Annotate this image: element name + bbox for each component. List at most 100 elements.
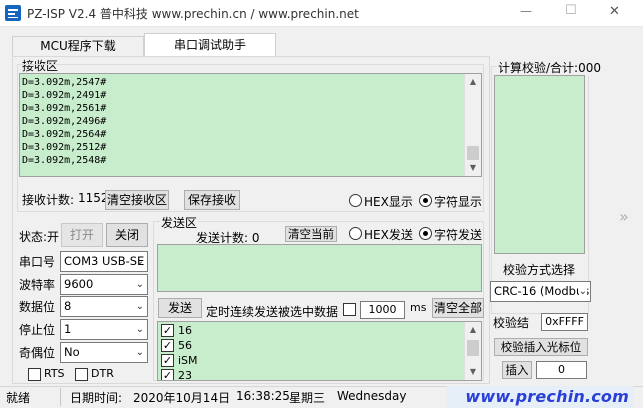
send-item-checkbox[interactable]: ✓ bbox=[161, 339, 174, 352]
status-weekday-en: Wednesday bbox=[337, 389, 407, 403]
chevron-down-icon: ⌄ bbox=[135, 347, 144, 358]
send-list-scrollbar[interactable]: ▲ ▼ bbox=[464, 322, 481, 380]
send-item-text: 16 bbox=[178, 324, 192, 337]
databits-select[interactable]: 8 ⌄ bbox=[60, 296, 148, 317]
send-list[interactable]: ✓ 16 ✓ 56 ✓ iSM ✓ 23 ▲ ▼ bbox=[157, 321, 482, 381]
receive-line: D=3.092m,2496# bbox=[22, 116, 107, 127]
port-label: 串口号 bbox=[19, 255, 56, 269]
chevron-down-icon: ⌄ bbox=[135, 324, 144, 335]
send-item-checkbox[interactable]: ✓ bbox=[161, 354, 174, 367]
chevron-down-icon: ⌄ bbox=[135, 279, 144, 290]
list-item[interactable]: ✓ 56 bbox=[161, 339, 451, 353]
insert-position-input[interactable]: 0 bbox=[536, 361, 587, 379]
baud-select[interactable]: 9600 ⌄ bbox=[60, 274, 148, 295]
send-item-text: iSM bbox=[178, 354, 198, 367]
clear-receive-button[interactable]: 清空接收区 bbox=[105, 190, 169, 210]
clear-all-button[interactable]: 清空全部 bbox=[432, 298, 484, 318]
send-item-text: 23 bbox=[178, 369, 192, 381]
receive-line: D=3.092m,2547# bbox=[22, 77, 107, 88]
close-port-button[interactable]: 关闭 bbox=[106, 223, 148, 247]
save-receive-button[interactable]: 保存接收 bbox=[184, 190, 240, 210]
insert-at-cursor-button[interactable]: 校验插入光标位 bbox=[494, 338, 588, 356]
send-textarea[interactable] bbox=[157, 244, 482, 292]
send-button[interactable]: 发送 bbox=[158, 298, 202, 318]
insert-position-value: 0 bbox=[558, 363, 565, 376]
rts-checkbox[interactable] bbox=[28, 368, 41, 381]
tab-mcu-download-label: MCU程序下载 bbox=[40, 39, 116, 53]
status-label: 状态:开 bbox=[19, 230, 60, 244]
status-divider bbox=[60, 388, 61, 406]
send-group-label: 发送区 bbox=[160, 214, 199, 231]
collapse-panel-icon[interactable]: » bbox=[619, 207, 629, 226]
scroll-down-icon[interactable]: ▼ bbox=[465, 160, 481, 176]
list-item[interactable]: ✓ 16 bbox=[161, 324, 451, 338]
insert-button[interactable]: 插入 bbox=[502, 361, 532, 379]
stopbits-label: 停止位 bbox=[19, 323, 56, 337]
chevron-down-icon: ⌄ bbox=[135, 256, 144, 267]
minimize-button[interactable]: — bbox=[520, 4, 532, 18]
chevron-down-icon: ⌄ bbox=[578, 282, 587, 301]
tab-serial-assistant[interactable]: 串口调试助手 bbox=[144, 33, 276, 57]
receive-scrollbar[interactable]: ▲ ▼ bbox=[464, 74, 481, 176]
databits-value: 8 bbox=[64, 299, 72, 313]
char-send-radio[interactable] bbox=[419, 227, 432, 240]
scroll-thumb[interactable] bbox=[467, 340, 479, 356]
checksum-result-value: 0xFFFF bbox=[545, 315, 584, 328]
parity-label: 奇偶位 bbox=[19, 346, 56, 360]
checksum-textarea[interactable] bbox=[494, 75, 585, 254]
send-item-checkbox[interactable]: ✓ bbox=[161, 324, 174, 337]
dtr-checkbox[interactable] bbox=[75, 368, 88, 381]
hex-send-radio[interactable] bbox=[349, 227, 362, 240]
receive-line: D=3.092m,2512# bbox=[22, 142, 107, 153]
list-item[interactable]: ✓ 23 bbox=[161, 369, 451, 381]
checksum-group-label: 计算校验/合计:000 bbox=[497, 59, 602, 76]
receive-count-value: 1152 bbox=[78, 191, 109, 205]
status-weekday-cn: 星期三 bbox=[289, 391, 326, 405]
send-item-text: 56 bbox=[178, 339, 192, 352]
receive-lines: D=3.092m,2547# D=3.092m,2491# D=3.092m,2… bbox=[22, 76, 106, 167]
tab-serial-assistant-label: 串口调试助手 bbox=[173, 38, 246, 52]
stopbits-value: 1 bbox=[64, 322, 72, 336]
rts-label: RTS bbox=[44, 367, 65, 380]
scroll-up-icon[interactable]: ▲ bbox=[465, 74, 481, 90]
hex-send-label: HEX发送 bbox=[364, 228, 413, 242]
interval-unit-label: ms bbox=[410, 301, 427, 314]
parity-value: No bbox=[64, 345, 80, 359]
status-date-label: 日期时间: bbox=[70, 391, 123, 405]
checksum-method-select[interactable]: CRC-16 (Modbus ⌄ bbox=[490, 281, 591, 302]
status-state: 就绪 bbox=[6, 391, 31, 405]
port-select[interactable]: COM3 USB-SE ⌄ bbox=[60, 251, 148, 272]
char-display-label: 字符显示 bbox=[434, 195, 483, 209]
port-value: COM3 USB-SE bbox=[64, 254, 145, 268]
interval-input[interactable]: 1000 bbox=[360, 301, 405, 319]
receive-line: D=3.092m,2564# bbox=[22, 129, 107, 140]
hex-display-radio[interactable] bbox=[349, 194, 362, 207]
open-port-button[interactable]: 打开 bbox=[61, 223, 103, 247]
char-send-label: 字符发送 bbox=[434, 228, 483, 242]
scroll-up-icon[interactable]: ▲ bbox=[465, 322, 481, 338]
maximize-button[interactable]: ☐ bbox=[565, 3, 577, 18]
dtr-label: DTR bbox=[91, 367, 114, 380]
parity-select[interactable]: No ⌄ bbox=[60, 342, 148, 363]
checksum-method-label: 校验方式选择 bbox=[503, 263, 576, 277]
timed-send-checkbox[interactable] bbox=[343, 303, 356, 316]
chevron-down-icon: ⌄ bbox=[135, 301, 144, 312]
receive-line: D=3.092m,2491# bbox=[22, 90, 107, 101]
receive-textarea[interactable]: D=3.092m,2547# D=3.092m,2491# D=3.092m,2… bbox=[19, 73, 482, 177]
close-button[interactable]: ✕ bbox=[609, 4, 620, 19]
status-date: 2020年10月14日 bbox=[133, 391, 231, 405]
timed-send-label: 定时连续发送被选中数据 bbox=[206, 305, 339, 319]
stopbits-select[interactable]: 1 ⌄ bbox=[60, 319, 148, 340]
scroll-down-icon[interactable]: ▼ bbox=[465, 364, 481, 380]
clear-current-button[interactable]: 清空当前 bbox=[285, 226, 337, 242]
site-logo-text: www.prechin.com bbox=[465, 387, 629, 406]
site-logo: www.prechin.com bbox=[447, 386, 633, 408]
scroll-thumb[interactable] bbox=[467, 146, 479, 160]
char-display-radio[interactable] bbox=[419, 194, 432, 207]
send-item-checkbox[interactable]: ✓ bbox=[161, 369, 174, 380]
app-icon bbox=[5, 5, 21, 21]
tab-mcu-download[interactable]: MCU程序下载 bbox=[12, 36, 144, 56]
baud-value: 9600 bbox=[64, 277, 94, 291]
title-bar: PZ-ISP V2.4 普中科技 www.prechin.cn / www.pr… bbox=[0, 0, 643, 27]
list-item[interactable]: ✓ iSM bbox=[161, 354, 451, 368]
